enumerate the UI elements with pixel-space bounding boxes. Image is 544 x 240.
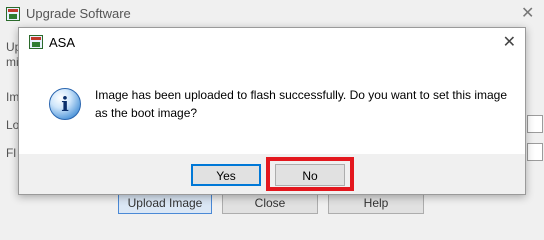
close-button[interactable]: Close xyxy=(222,192,318,214)
dialog-close-icon[interactable]: ✕ xyxy=(503,32,516,52)
background-label-fragment: Fl xyxy=(6,146,16,160)
help-button[interactable]: Help xyxy=(328,192,424,214)
background-text-field[interactable] xyxy=(527,115,543,133)
background-label-fragment: mi xyxy=(6,55,19,69)
dialog-message: Image has been uploaded to flash success… xyxy=(95,88,508,120)
upload-image-button[interactable]: Upload Image xyxy=(118,192,212,214)
yes-button[interactable]: Yes xyxy=(191,164,261,186)
no-button[interactable]: No xyxy=(275,164,345,186)
app-icon xyxy=(6,7,20,21)
background-close-icon[interactable]: ✕ xyxy=(521,3,534,23)
dialog-titlebar: ASA ✕ xyxy=(19,28,525,56)
background-text-field[interactable] xyxy=(527,143,543,161)
dialog-body: i Image has been uploaded to flash succe… xyxy=(19,56,525,154)
dialog-title: ASA xyxy=(49,35,76,50)
asa-dialog: ASA ✕ i Image has been uploaded to flash… xyxy=(18,27,526,195)
app-icon xyxy=(29,35,43,49)
background-window-titlebar: Upgrade Software ✕ xyxy=(0,0,544,28)
background-window-title: Upgrade Software xyxy=(26,6,131,21)
info-icon: i xyxy=(49,88,81,120)
dialog-footer: Yes No xyxy=(19,154,525,194)
